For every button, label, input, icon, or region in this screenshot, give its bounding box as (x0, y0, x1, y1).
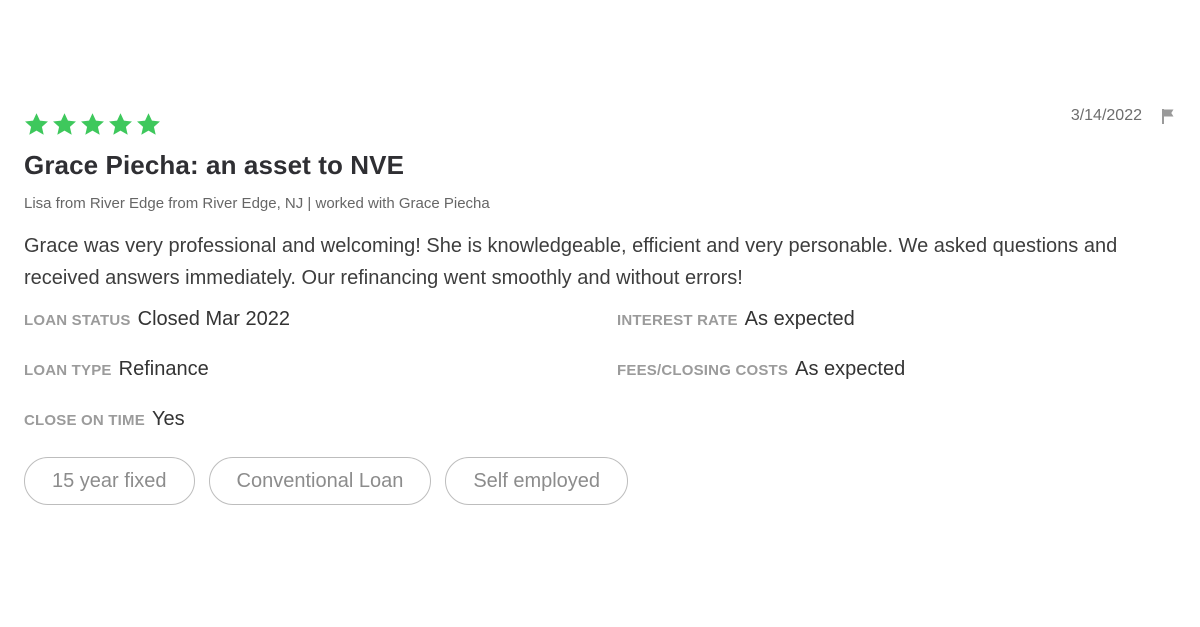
detail-label: CLOSE ON TIME (24, 412, 145, 429)
review-body: Grace was very professional and welcomin… (24, 235, 1118, 289)
detail-label: FEES/CLOSING COSTS (617, 362, 789, 379)
detail-loan-type: LOAN TYPE Refinance (24, 358, 617, 384)
star-icon (80, 112, 105, 137)
detail-loan-status: LOAN STATUS Closed Mar 2022 (24, 308, 617, 334)
tag-conventional-loan: Conventional Loan (208, 457, 432, 505)
detail-label: INTEREST RATE (617, 312, 738, 329)
review-title: Grace Piecha: an asset to NVE (24, 150, 405, 180)
tag-self-employed: Self employed (445, 457, 629, 505)
review-date: 3/14/2022 (1070, 107, 1142, 124)
detail-close-on-time: CLOSE ON TIME Yes (24, 408, 617, 434)
detail-label: LOAN STATUS (24, 312, 131, 329)
tag-15-year-fixed: 15 year fixed (24, 457, 195, 505)
star-icon (52, 112, 77, 137)
detail-label: LOAN TYPE (24, 362, 112, 379)
star-icon (136, 112, 161, 137)
detail-value: Refinance (118, 358, 209, 380)
detail-value: Closed Mar 2022 (137, 308, 290, 330)
detail-value: Yes (151, 408, 185, 430)
loan-details: LOAN STATUS Closed Mar 2022 INTEREST RAT… (24, 308, 1176, 434)
detail-value: As expected (795, 358, 906, 380)
review-header: 3/14/2022 (24, 107, 1176, 140)
detail-fees-closing-costs: FEES/CLOSING COSTS As expected (617, 358, 1176, 384)
reviewer-byline: Lisa from River Edge from River Edge, NJ… (24, 195, 490, 212)
star-rating (24, 112, 161, 137)
star-icon (108, 112, 133, 137)
star-icon (24, 112, 49, 137)
review-card: 3/14/2022 Grace Piecha: an asset to NVE … (24, 107, 1176, 505)
detail-interest-rate: INTEREST RATE As expected (617, 308, 1176, 334)
loan-tags: 15 year fixed Conventional Loan Self emp… (24, 457, 1176, 505)
flag-icon[interactable] (1160, 108, 1176, 125)
detail-value: As expected (744, 308, 855, 330)
review-meta: 3/14/2022 (1071, 107, 1176, 125)
